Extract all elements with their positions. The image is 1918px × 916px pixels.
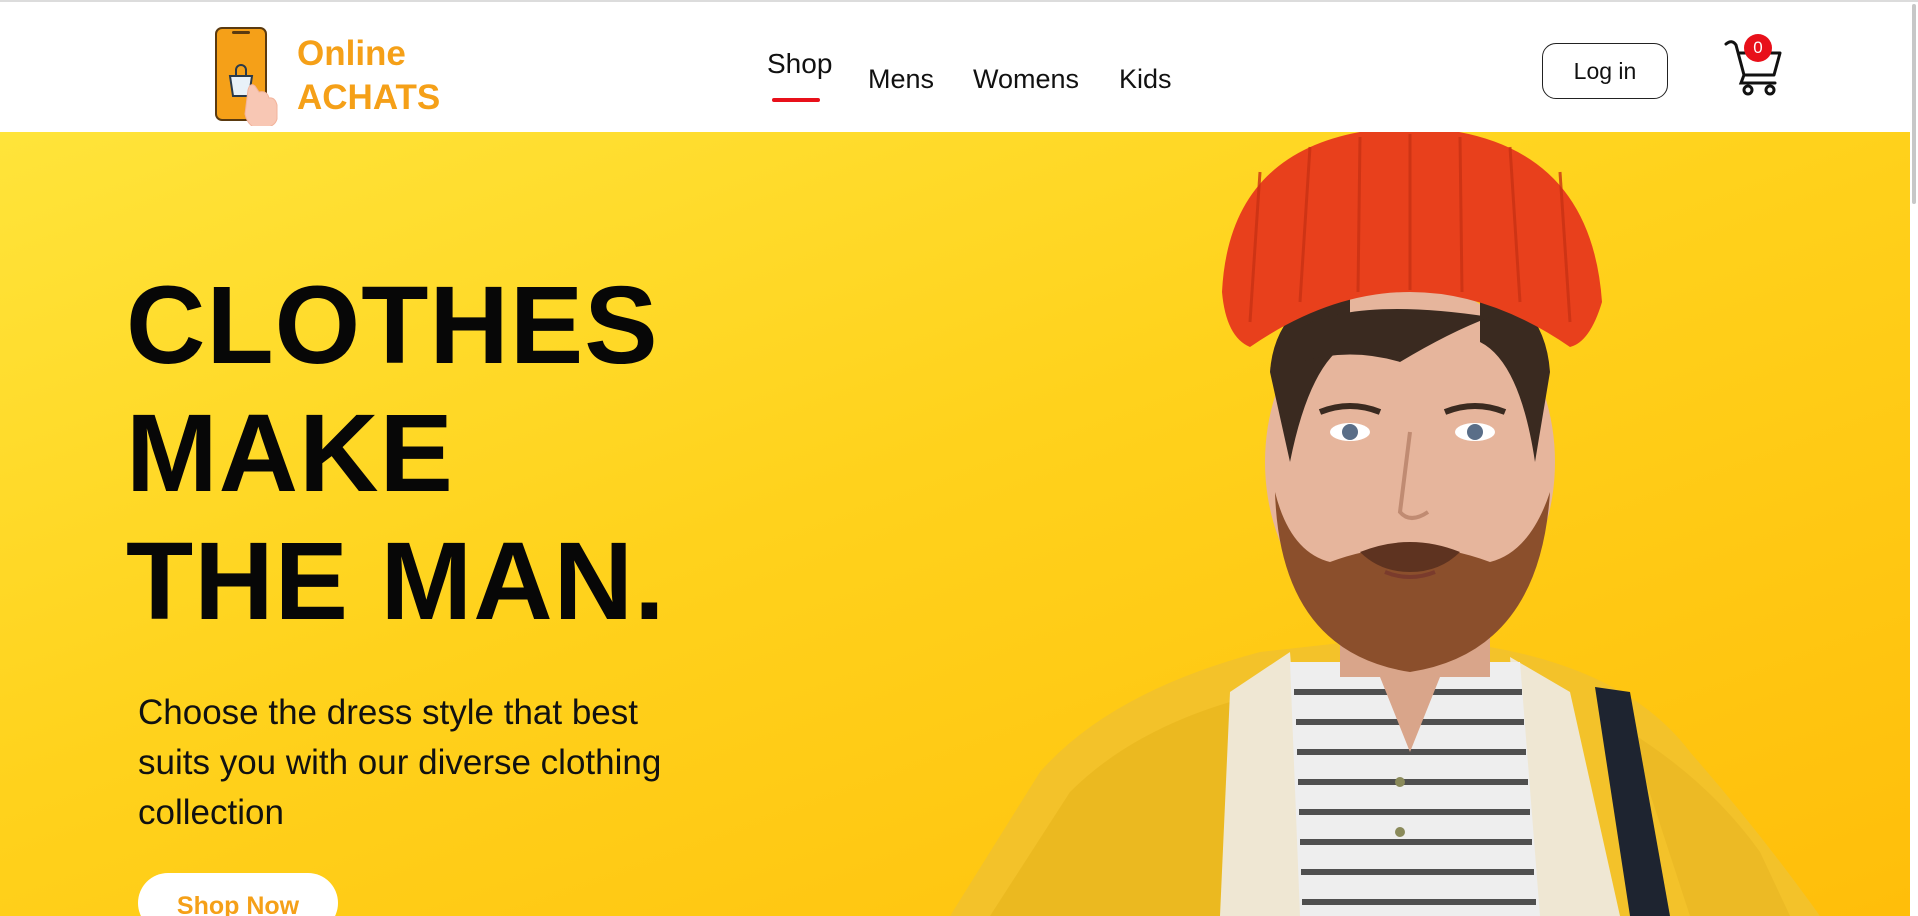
hero-banner: CLOTHES MAKE THE MAN. Choose the dress s… bbox=[0, 132, 1910, 916]
nav-item-mens[interactable]: Mens bbox=[868, 64, 934, 95]
nav-item-womens[interactable]: Womens bbox=[973, 64, 1079, 95]
headline-line-2: MAKE bbox=[126, 392, 454, 515]
login-button[interactable]: Log in bbox=[1542, 43, 1668, 99]
cart-button[interactable]: 0 bbox=[1724, 30, 1786, 98]
logo-text: Online ACHATS bbox=[297, 32, 440, 120]
nav-item-kids[interactable]: Kids bbox=[1119, 64, 1172, 95]
nav-item-shop[interactable]: Shop bbox=[767, 48, 832, 80]
scrollbar-thumb[interactable] bbox=[1912, 4, 1916, 204]
hero-subtext: Choose the dress style that best suits y… bbox=[138, 693, 662, 832]
logo-line1: Online bbox=[297, 34, 406, 73]
cart-count-badge: 0 bbox=[1744, 34, 1772, 62]
headline-line-1: CLOTHES bbox=[126, 264, 659, 387]
hero-headline: CLOTHES MAKE THE MAN. bbox=[126, 262, 666, 646]
nav-active-underline bbox=[772, 98, 820, 102]
model-photo bbox=[950, 132, 1820, 916]
logo-line2: ACHATS bbox=[297, 78, 441, 117]
logo[interactable]: Online ACHATS bbox=[212, 26, 452, 126]
phone-shopping-bag-icon bbox=[215, 27, 278, 126]
shop-now-button[interactable]: Shop Now bbox=[138, 873, 338, 916]
site-header: Online ACHATS Shop Mens Womens Kids Log … bbox=[0, 2, 1918, 132]
headline-line-3: THE MAN. bbox=[126, 520, 666, 643]
